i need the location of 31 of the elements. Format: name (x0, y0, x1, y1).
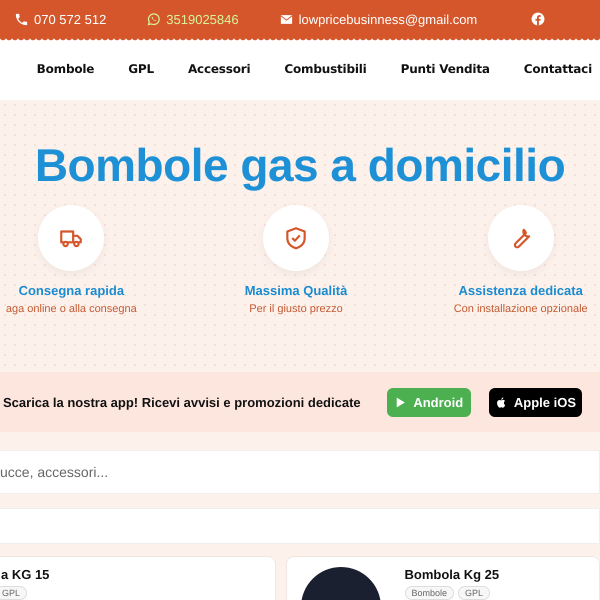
contact-text[interactable]: 070 572 512 (34, 12, 106, 26)
facebook-icon[interactable] (531, 12, 546, 26)
nav-link[interactable]: Contattaci (524, 62, 592, 76)
search-placeholder: ucce, accessori... (0, 464, 108, 480)
feature-title: Consegna rapida (18, 282, 124, 298)
whatsapp-icon (146, 12, 162, 26)
product-tag: GPL (458, 586, 490, 600)
nav-link[interactable]: Punti Vendita (400, 62, 490, 76)
product-tag: GPL (0, 586, 28, 600)
product-title: a KG 15 (1, 567, 50, 582)
nav-link[interactable]: Combustibili (284, 62, 367, 76)
product-tag: Bombole (404, 586, 454, 600)
feature-subtitle: Per il giusto prezzo (249, 302, 343, 315)
feature-title: Massima Qualità (244, 282, 348, 298)
product-card[interactable]: Bombola Kg 25 Bombole GPL (286, 556, 600, 600)
hero-title: Bombole gas a domicilio (34, 140, 566, 191)
search-field[interactable]: ucce, accessori... (0, 450, 600, 494)
nav-link[interactable]: Bombole (36, 62, 94, 76)
product-title: Bombola Kg 25 (404, 567, 500, 582)
apple-icon (494, 396, 508, 408)
nav-link[interactable]: Accessori (188, 62, 250, 76)
app-banner-text: Scarica la nostra app! Ricevi avvisi e promozioni dedicate (3, 394, 361, 410)
contact-text[interactable]: lowpricebusinness@gmail.com (298, 12, 478, 26)
nav-link[interactable]: GPL (128, 62, 154, 76)
feature-title: Assistenza dedicata (458, 282, 583, 298)
feature-subtitle: Con installazione opzionale (454, 302, 588, 315)
ios-store-button[interactable]: Apple iOS (488, 388, 582, 416)
product-card[interactable]: a KG 15 GPL (0, 556, 276, 600)
feature-subtitle: aga online o alla consegna (6, 302, 137, 315)
play-icon (394, 396, 408, 408)
phone-icon (14, 12, 29, 26)
